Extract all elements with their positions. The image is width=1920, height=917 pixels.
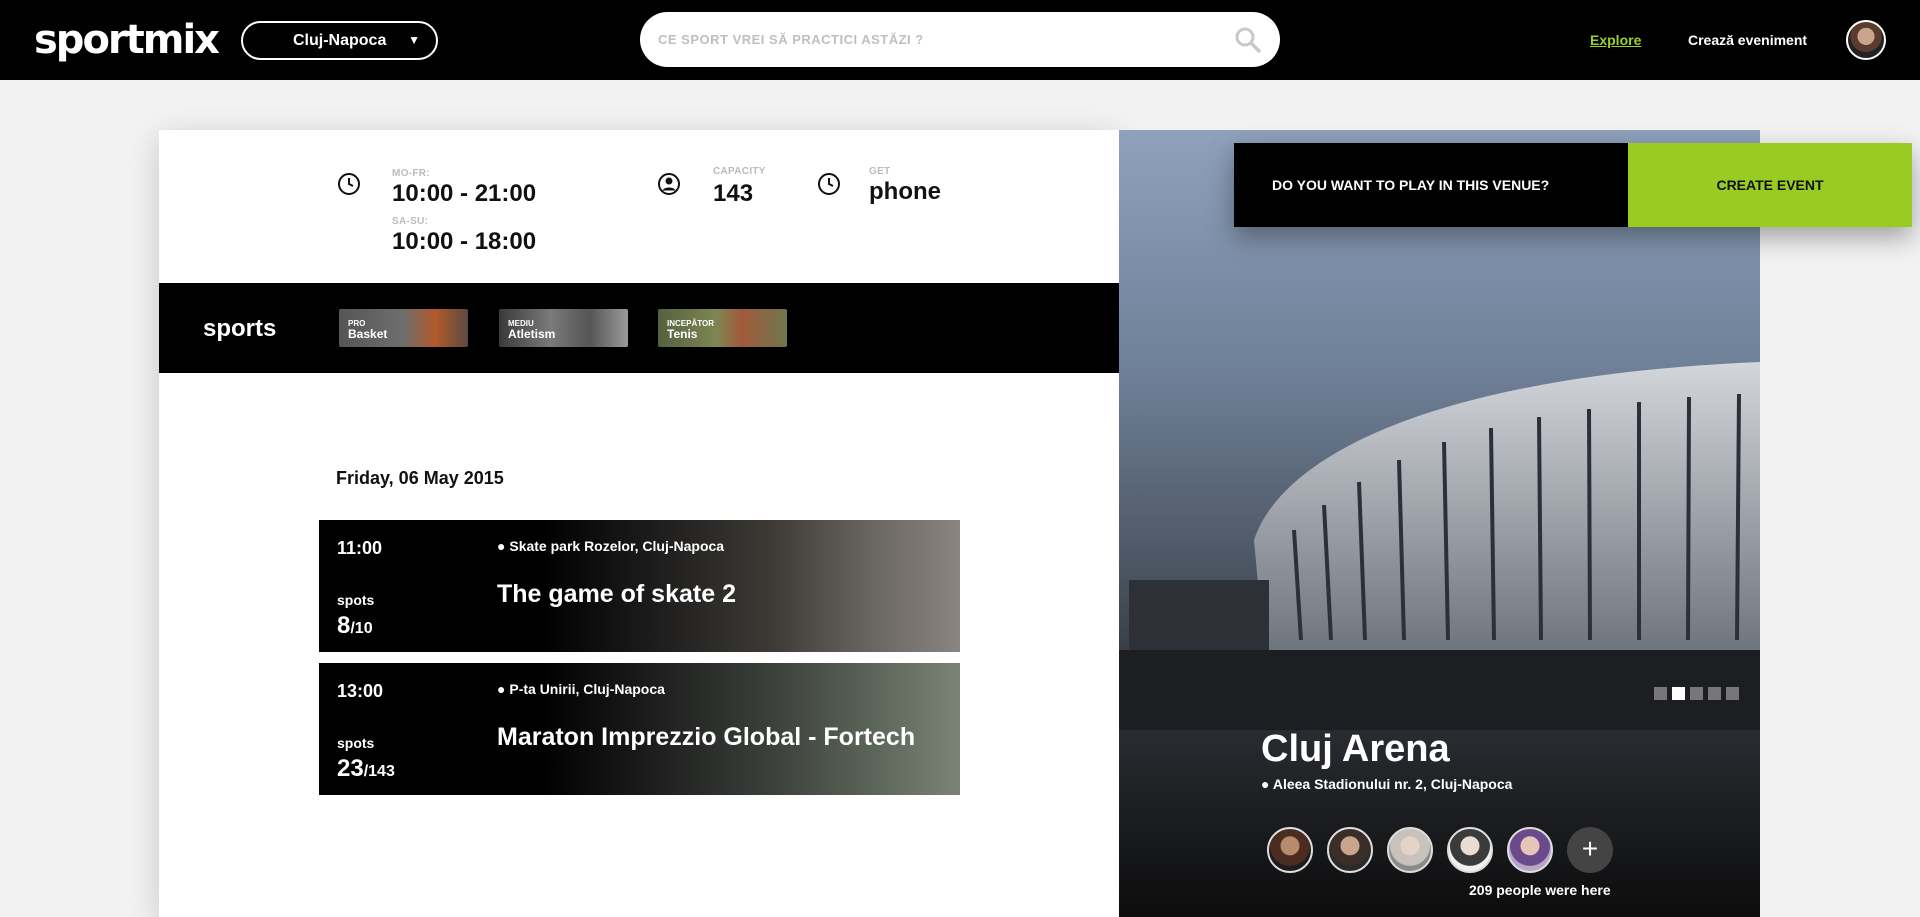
capacity-value: 143 bbox=[713, 180, 754, 207]
sport-tile-basket[interactable]: PRO Basket bbox=[339, 309, 468, 347]
sport-tile-atletism[interactable]: MEDIU Atletism bbox=[499, 309, 628, 347]
event-location: ● P-ta Unirii, Cluj-Napoca bbox=[497, 681, 665, 697]
search-icon[interactable] bbox=[1234, 26, 1262, 54]
event-spots-value: 8/10 bbox=[337, 612, 373, 639]
create-event-button[interactable]: CREATE EVENT bbox=[1628, 143, 1912, 227]
capacity-label: CAPACITY bbox=[713, 166, 766, 177]
venue-details-panel: MO-FR: 10:00 - 21:00 SA-SU: 10:00 - 18:0… bbox=[159, 130, 1119, 917]
visitor-avatar[interactable] bbox=[1387, 827, 1433, 873]
image-slider-dots bbox=[1654, 687, 1744, 705]
slider-dot[interactable] bbox=[1726, 687, 1739, 700]
more-visitors-button[interactable]: + bbox=[1567, 827, 1613, 873]
sports-bar: sports PRO Basket MEDIU Atletism INCEPĂT… bbox=[159, 283, 1119, 373]
sports-title: sports bbox=[203, 315, 277, 342]
venue-photo bbox=[1119, 362, 1760, 730]
event-time: 11:00 bbox=[337, 538, 383, 558]
visitor-avatar[interactable] bbox=[1327, 827, 1373, 873]
nav-create-event-link[interactable]: Crează eveniment bbox=[1688, 32, 1807, 48]
event-location: ● Skate park Rozelor, Cluj-Napoca bbox=[497, 538, 725, 554]
slider-dot[interactable] bbox=[1708, 687, 1721, 700]
hours-weekday-value: 10:00 - 21:00 bbox=[392, 180, 537, 207]
venue-address: ● Aleea Stadionului nr. 2, Cluj-Napoca bbox=[1261, 776, 1513, 792]
slider-dot-active[interactable] bbox=[1672, 687, 1685, 700]
event-spots-label: spots bbox=[337, 735, 375, 751]
create-event-cta: DO YOU WANT TO PLAY IN THIS VENUE? CREAT… bbox=[1234, 143, 1912, 227]
sport-name: Atletism bbox=[508, 327, 556, 341]
event-title[interactable]: The game of skate 2 bbox=[497, 580, 736, 609]
event-spots-value: 23/143 bbox=[337, 755, 395, 782]
visitors-count: 209 people were here bbox=[1469, 882, 1611, 898]
hours-weekday-label: MO-FR: bbox=[392, 168, 430, 179]
visitor-avatar[interactable] bbox=[1267, 827, 1313, 873]
event-time: 13:00 bbox=[337, 681, 384, 701]
user-avatar[interactable] bbox=[1846, 20, 1886, 60]
caret-down-icon: ▼ bbox=[408, 33, 420, 47]
search-input[interactable] bbox=[658, 12, 1218, 67]
event-card[interactable]: 13:00 spots 23/143 ● P-ta Unirii, Cluj-N… bbox=[319, 663, 960, 795]
top-navigation-bar: sportmix Cluj-Napoca ▼ Explore Crează ev… bbox=[0, 0, 1920, 80]
hours-weekend-label: SA-SU: bbox=[392, 216, 429, 227]
sport-tile-tenis[interactable]: INCEPĂTOR Tenis bbox=[658, 309, 787, 347]
hours-weekend-value: 10:00 - 18:00 bbox=[392, 228, 537, 255]
nav-explore-link[interactable]: Explore bbox=[1590, 32, 1641, 48]
sport-name: Tenis bbox=[667, 327, 698, 341]
sport-name: Basket bbox=[348, 327, 388, 341]
get-value: phone bbox=[869, 178, 941, 205]
slider-dot[interactable] bbox=[1654, 687, 1667, 700]
search-bar bbox=[640, 12, 1280, 67]
sportmix-logo[interactable]: sportmix bbox=[34, 18, 220, 62]
events-date: Friday, 06 May 2015 bbox=[336, 468, 504, 488]
cta-question: DO YOU WANT TO PLAY IN THIS VENUE? bbox=[1234, 143, 1628, 227]
event-title[interactable]: Maraton Imprezzio Global - Fortech bbox=[497, 723, 915, 752]
event-spots-label: spots bbox=[337, 592, 375, 608]
person-icon bbox=[658, 173, 680, 195]
venue-name: Cluj Arena bbox=[1261, 728, 1450, 770]
city-dropdown-value: Cluj-Napoca bbox=[293, 32, 387, 49]
slider-dot[interactable] bbox=[1690, 687, 1703, 700]
visitor-avatar[interactable] bbox=[1507, 827, 1553, 873]
venue-hero-panel: Cluj Arena ● Aleea Stadionului nr. 2, Cl… bbox=[1119, 130, 1760, 917]
clock-icon bbox=[818, 173, 840, 195]
city-dropdown[interactable]: Cluj-Napoca ▼ bbox=[241, 21, 438, 60]
get-label: GET bbox=[869, 166, 891, 177]
clock-icon bbox=[338, 173, 360, 195]
visitor-avatar[interactable] bbox=[1447, 827, 1493, 873]
event-card[interactable]: 11:00 spots 8/10 ● Skate park Rozelor, C… bbox=[319, 520, 960, 652]
